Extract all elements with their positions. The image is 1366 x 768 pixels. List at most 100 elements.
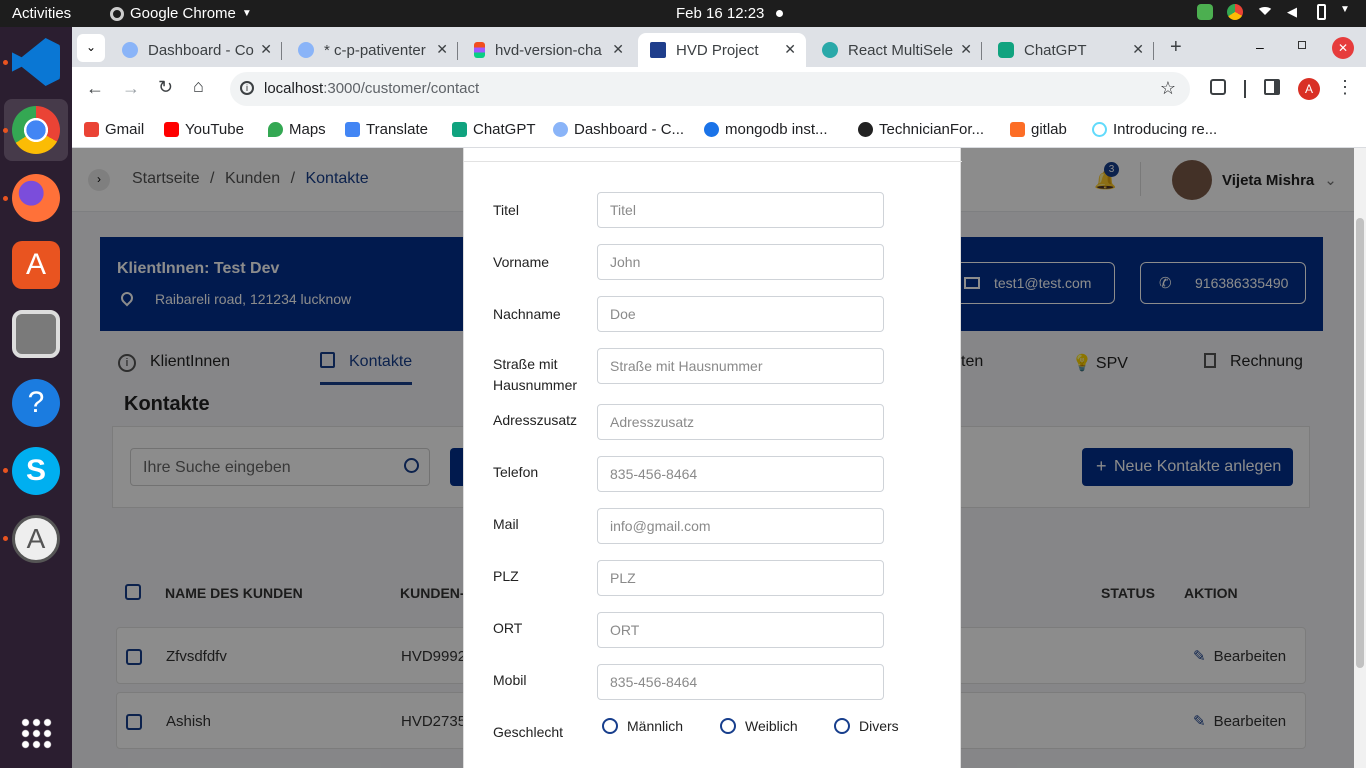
- clock[interactable]: Feb 16 12:23: [676, 5, 764, 22]
- mail-input[interactable]: [597, 508, 884, 544]
- bookmark-introducing[interactable]: Introducing re...: [1092, 121, 1217, 138]
- tab-c-p-pativenter[interactable]: * c-p-pativenter ✕: [286, 33, 458, 67]
- last-name-input[interactable]: [597, 296, 884, 332]
- youtube-icon: [164, 122, 179, 137]
- toolbar-divider: [1244, 80, 1246, 98]
- tab-title: * c-p-pativenter: [324, 41, 426, 59]
- chevron-down-icon: ▼: [1340, 4, 1350, 15]
- gmail-icon: [84, 122, 99, 137]
- volume-icon: ◀: [1287, 4, 1297, 19]
- tab-chatgpt[interactable]: ChatGPT ✕: [986, 33, 1154, 67]
- tab-title: Dashboard - Co: [148, 41, 254, 59]
- notification-dot: [776, 10, 783, 17]
- chrome-icon[interactable]: [12, 106, 60, 154]
- tab-react-multiselect[interactable]: React MultiSele ✕: [810, 33, 982, 67]
- app-menu[interactable]: Google Chrome ▼: [110, 5, 252, 22]
- profile-avatar[interactable]: A: [1298, 78, 1320, 100]
- back-icon[interactable]: ←: [86, 78, 104, 99]
- reload-icon[interactable]: ↻: [158, 77, 173, 98]
- chatgpt-icon: [452, 122, 467, 137]
- extensions-icon[interactable]: [1210, 79, 1226, 95]
- bookmark-gmail[interactable]: Gmail: [84, 121, 144, 138]
- tab-title: HVD Project: [676, 41, 759, 59]
- skype-icon[interactable]: S: [12, 447, 60, 495]
- bookmark-chatgpt[interactable]: ChatGPT: [452, 121, 536, 138]
- scrollbar-thumb[interactable]: [1356, 218, 1364, 668]
- bookmark-mongodb[interactable]: mongodb inst...: [704, 121, 828, 138]
- bookmarks-bar: Gmail YouTube Maps Translate ChatGPT Das…: [72, 113, 1366, 148]
- tab-search-button[interactable]: ⌄: [77, 34, 105, 62]
- vscode-icon[interactable]: [12, 38, 60, 86]
- bookmark-star-icon[interactable]: ☆: [1160, 78, 1176, 99]
- bookmark-translate[interactable]: Translate: [345, 121, 428, 138]
- close-icon[interactable]: ✕: [612, 41, 624, 58]
- software-updater-icon[interactable]: A: [12, 515, 60, 563]
- side-panel-icon[interactable]: [1264, 79, 1280, 95]
- gender-diverse-radio[interactable]: Divers: [834, 718, 899, 734]
- home-icon[interactable]: ⌂: [193, 76, 204, 97]
- close-icon[interactable]: ✕: [1132, 41, 1144, 58]
- site-favicon-icon: [298, 42, 314, 58]
- activities-button[interactable]: Activities: [12, 5, 71, 22]
- close-icon[interactable]: ✕: [260, 41, 272, 58]
- bookmark-gitlab[interactable]: gitlab: [1010, 121, 1067, 138]
- maximize-button[interactable]: [1298, 41, 1306, 49]
- help-icon[interactable]: ?: [12, 379, 60, 427]
- mobile-input[interactable]: [597, 664, 884, 700]
- zip-input[interactable]: [597, 560, 884, 596]
- street-input[interactable]: [597, 348, 884, 384]
- gender-male-radio[interactable]: Männlich: [602, 718, 683, 734]
- url-path: :3000/customer/contact: [323, 80, 480, 97]
- title-input[interactable]: [597, 192, 884, 228]
- bookmark-technician[interactable]: TechnicianFor...: [858, 121, 984, 138]
- firefox-icon[interactable]: [12, 174, 60, 222]
- phone-input[interactable]: [597, 456, 884, 492]
- browser-toolbar: ← → ↻ ⌂ i localhost:3000/customer/contac…: [72, 67, 1366, 113]
- tab-strip: ⌄ Dashboard - Co ✕ * c-p-pativenter ✕ hv…: [72, 27, 1366, 67]
- tab-hvd-project[interactable]: HVD Project ✕: [638, 33, 806, 67]
- bookmark-dashboard[interactable]: Dashboard - C...: [553, 121, 684, 138]
- tab-title: hvd-version-cha: [495, 41, 602, 59]
- close-icon[interactable]: ✕: [436, 41, 448, 58]
- bookmark-maps[interactable]: Maps: [268, 121, 326, 138]
- new-tab-button[interactable]: +: [1170, 36, 1182, 59]
- tab-divider: [457, 42, 458, 60]
- dock: A ? S A: [0, 27, 72, 768]
- chatgpt-icon: [998, 42, 1014, 58]
- site-favicon-icon: [122, 42, 138, 58]
- figma-icon: [474, 42, 485, 58]
- running-indicator: [3, 468, 8, 473]
- app-center-icon[interactable]: A: [12, 241, 60, 289]
- system-tray[interactable]: ◀ ▼: [1197, 4, 1356, 20]
- gender-female-radio[interactable]: Weiblich: [720, 718, 798, 734]
- running-indicator: [3, 196, 8, 201]
- tab-hvd-version[interactable]: hvd-version-cha ✕: [462, 33, 634, 67]
- close-window-button[interactable]: ✕: [1332, 37, 1354, 59]
- chrome-icon: [110, 6, 124, 21]
- radio-circle: [720, 718, 736, 734]
- tab-divider: [1153, 42, 1154, 60]
- address-bar[interactable]: i localhost:3000/customer/contact ☆: [230, 72, 1190, 106]
- modal-header-divider: [464, 161, 962, 162]
- github-icon: [858, 122, 873, 137]
- url-host: localhost: [264, 80, 324, 97]
- close-icon[interactable]: ✕: [960, 41, 972, 58]
- site-info-icon[interactable]: i: [240, 81, 254, 95]
- browser-window: ⌄ Dashboard - Co ✕ * c-p-pativenter ✕ hv…: [72, 27, 1366, 148]
- first-name-input[interactable]: [597, 244, 884, 280]
- maps-icon: [268, 122, 283, 137]
- forward-icon[interactable]: →: [122, 78, 140, 99]
- tab-title: React MultiSele: [848, 41, 954, 59]
- update-icon: [1197, 4, 1213, 20]
- city-input[interactable]: [597, 612, 884, 648]
- show-apps-icon[interactable]: [20, 717, 52, 749]
- minimize-button[interactable]: –: [1256, 39, 1264, 55]
- menu-icon[interactable]: ⋮: [1336, 77, 1354, 98]
- close-icon[interactable]: ✕: [784, 41, 796, 58]
- site-favicon-icon: [553, 122, 568, 137]
- bookmark-youtube[interactable]: YouTube: [164, 121, 244, 138]
- address-extra-input[interactable]: [597, 404, 884, 440]
- page-scrollbar[interactable]: [1354, 148, 1366, 768]
- tab-dashboard[interactable]: Dashboard - Co ✕: [110, 33, 282, 67]
- files-icon[interactable]: [12, 310, 60, 358]
